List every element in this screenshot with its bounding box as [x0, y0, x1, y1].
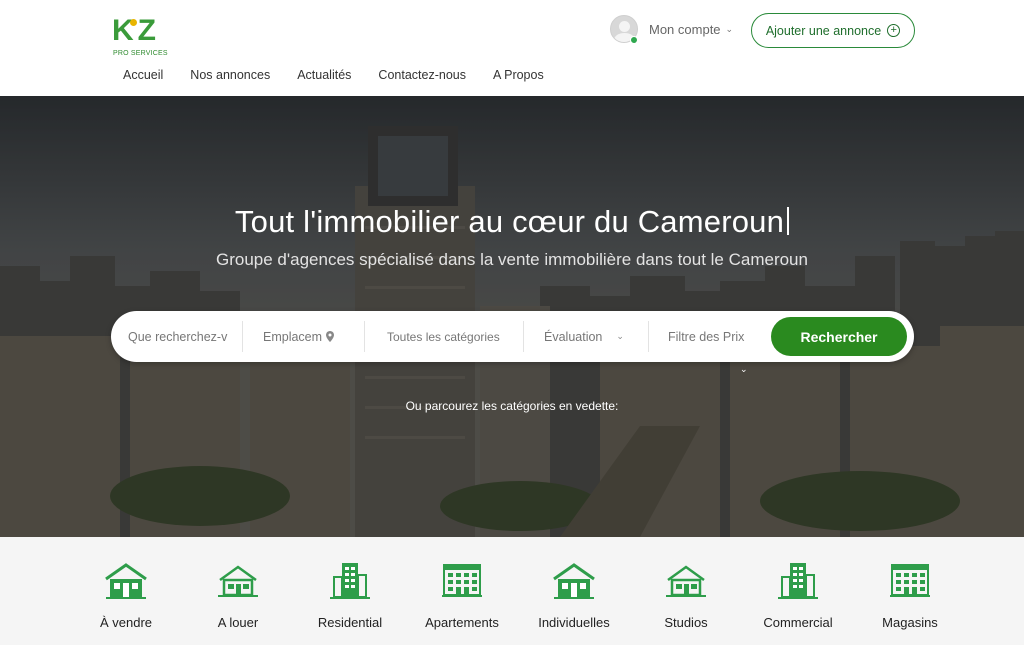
keyword-input[interactable]: Que recherchez-v: [128, 311, 232, 362]
apartment-icon: [890, 564, 930, 597]
chevron-down-icon: ⌄: [725, 23, 734, 34]
account-menu[interactable]: Mon compte ⌄: [610, 15, 733, 43]
nav-item-annonces[interactable]: Nos annonces: [190, 68, 270, 82]
category-a-louer[interactable]: A louer: [183, 561, 293, 630]
house-icon: [105, 563, 147, 599]
hero-section: Tout l'immobilier au cœur du Cameroun Gr…: [0, 96, 1024, 537]
house-icon: [553, 563, 595, 599]
nav-item-accueil[interactable]: Accueil: [123, 68, 163, 82]
search-button[interactable]: Rechercher: [771, 317, 907, 356]
category-label: A louer: [217, 615, 259, 630]
add-listing-label: Ajouter une annonce: [765, 23, 882, 38]
building-icon: [330, 563, 370, 599]
browse-categories-text: Ou parcourez les catégories en vedette:: [405, 399, 619, 413]
location-input[interactable]: Emplacem: [263, 311, 363, 362]
hero-title: Tout l'immobilier au cœur du Cameroun: [0, 204, 1024, 240]
category-studios[interactable]: Studios: [631, 561, 741, 630]
location-pin-icon: [326, 331, 335, 342]
category-label: Studios: [664, 615, 708, 630]
category-select[interactable]: Toutes les catégories: [387, 311, 523, 362]
category-residential[interactable]: Residential: [295, 561, 405, 630]
logo-mark: KZ: [112, 14, 156, 47]
building-icon: [778, 563, 818, 599]
nav-item-contact[interactable]: Contactez-nous: [378, 68, 466, 82]
add-listing-button[interactable]: Ajouter une annonce +: [751, 13, 915, 48]
category-a-vendre[interactable]: À vendre: [71, 561, 181, 630]
featured-categories: À vendre A louer Residential Apartements…: [0, 537, 1024, 645]
site-header: KZ PRO SERVICES Accueil Nos annonces Act…: [0, 0, 1024, 96]
category-magasins[interactable]: Magasins: [855, 561, 965, 630]
category-label: Residential: [317, 615, 383, 630]
house-outline-icon: [666, 565, 706, 597]
category-label: Commercial: [763, 615, 833, 630]
rating-select[interactable]: Évaluation ⌄: [544, 311, 634, 362]
category-commercial[interactable]: Commercial: [743, 561, 853, 630]
category-label: Individuelles: [538, 615, 610, 630]
hero-subtitle: Groupe d'agences spécialisé dans la vent…: [216, 250, 808, 269]
location-input-text: Emplacem: [263, 329, 323, 344]
main-nav: Accueil Nos annonces Actualités Contacte…: [123, 68, 571, 82]
category-label: Magasins: [882, 615, 938, 630]
nav-item-actualites[interactable]: Actualités: [297, 68, 351, 82]
price-filter-input[interactable]: Filtre des Prix: [668, 311, 768, 362]
apartment-icon: [442, 564, 482, 597]
category-individuelles[interactable]: Individuelles: [519, 561, 629, 630]
category-apartements[interactable]: Apartements: [407, 561, 517, 630]
plus-circle-icon: +: [887, 24, 901, 37]
logo-subtitle: PRO SERVICES: [113, 50, 168, 57]
account-label: Mon compte: [649, 21, 721, 37]
category-label: À vendre: [99, 615, 153, 630]
nav-item-apropos[interactable]: A Propos: [493, 68, 544, 82]
house-outline-icon: [218, 565, 258, 597]
chevron-down-icon[interactable]: ⌄: [740, 364, 748, 375]
typing-caret-icon: [787, 207, 790, 235]
chevron-down-icon: ⌄: [616, 331, 624, 341]
rating-select-label: Évaluation: [544, 329, 603, 344]
online-status-icon: [630, 36, 638, 44]
site-logo[interactable]: KZ PRO SERVICES: [112, 16, 172, 60]
category-label: Apartements: [425, 615, 499, 630]
search-bar: Que recherchez-v Emplacem Toutes les cat…: [111, 311, 914, 362]
